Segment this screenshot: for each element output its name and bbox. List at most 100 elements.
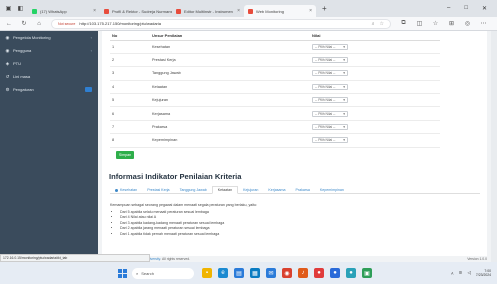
- criteria-tab-label: Prakarsa: [295, 188, 310, 192]
- chevron-down-icon: ▾: [343, 84, 345, 89]
- taskbar: ⌕ Search ▪ e ▤ ▦ ✉ ◉ ♪ ● ● ● ▣ ˄ ≋ ◁ 7:00 7/23/202…: [0, 262, 497, 284]
- chevron-left-icon: ‹: [90, 48, 92, 53]
- edge-icon[interactable]: e: [218, 268, 228, 278]
- not-secure-label[interactable]: Not secure: [58, 22, 75, 26]
- criteria-tab[interactable]: Ketaatan: [211, 186, 239, 194]
- nilai-select[interactable]: -- Pilih Nilai -- ▾: [312, 97, 348, 104]
- criteria-tab[interactable]: Prakarsa: [291, 186, 315, 194]
- close-window-button[interactable]: ✕: [482, 5, 487, 12]
- sidebar: ◉ Pengelola Monitoring ‹ ◉ Pengguna ‹ ◈ PTU ↺ Lin…: [0, 31, 98, 262]
- store-icon[interactable]: ▤: [234, 268, 244, 278]
- browser-tab[interactable]: Web Monitoring ×: [244, 5, 316, 17]
- volume-icon[interactable]: ◁: [467, 270, 470, 276]
- browser-tab[interactable]: Editor Multiinstr - Instrumen ×: [172, 5, 244, 17]
- taskbar-search[interactable]: ⌕ Search: [132, 267, 194, 279]
- sidebar-item[interactable]: ⚙ Pengaturan: [0, 83, 98, 96]
- chevron-up-icon[interactable]: ˄: [451, 271, 454, 276]
- nilai-select[interactable]: -- Pilih Nilai -- ▾: [312, 83, 348, 90]
- app-blue-icon[interactable]: ●: [330, 268, 340, 278]
- nilai-select[interactable]: -- Pilih Nilai -- ▾: [312, 110, 348, 117]
- maximize-button[interactable]: □: [464, 5, 468, 12]
- row-number: 4: [110, 80, 150, 95]
- sidebar-item[interactable]: ◉ Pengelola Monitoring ‹: [0, 31, 98, 44]
- row-number: 2: [110, 53, 150, 68]
- split-screen-icon[interactable]: ◫: [416, 20, 423, 27]
- nilai-select[interactable]: -- Pilih Nilai -- ▾: [312, 124, 348, 131]
- criteria-tab[interactable]: Kepemimpinan: [315, 186, 349, 194]
- window-menu-icon[interactable]: ▣: [4, 4, 13, 13]
- app-teal-icon[interactable]: ●: [346, 268, 356, 278]
- criteria-tab[interactable]: Kerjasama: [263, 186, 290, 194]
- row-number: 6: [110, 106, 150, 121]
- nilai-select[interactable]: -- Pilih Nilai -- ▾: [312, 43, 348, 50]
- criteria-description: Kemampuan sebagai seorang pegawai dalam …: [110, 203, 480, 237]
- table-row: 8 Kepemimpinan -- Pilih Nilai -- ▾: [110, 133, 440, 148]
- address-bar: ← ↻ ⌂ Not secure http://103.175.217.150/…: [0, 17, 497, 31]
- reload-icon[interactable]: ↻: [21, 20, 27, 27]
- profile-icon[interactable]: ◧: [16, 4, 25, 13]
- nilai-select[interactable]: -- Pilih Nilai -- ▾: [312, 70, 348, 77]
- sidebar-item[interactable]: ↺ Lini masa: [0, 70, 98, 83]
- nilai-select-value: -- Pilih Nilai --: [315, 58, 336, 63]
- files-icon[interactable]: ▦: [250, 268, 260, 278]
- nilai-select[interactable]: -- Pilih Nilai -- ▾: [312, 57, 348, 64]
- music-icon[interactable]: ♪: [298, 268, 308, 278]
- wifi-icon[interactable]: ≋: [459, 270, 463, 276]
- clock-date: 7/23/2024: [475, 273, 491, 277]
- tab-favicon-icon: [32, 8, 37, 14]
- sidebar-item-label: Pengaturan: [13, 87, 34, 92]
- chrome-icon[interactable]: ◉: [282, 268, 292, 278]
- criteria-tab[interactable]: Kejujuran: [238, 186, 263, 194]
- browser-tab[interactable]: (17) WhatsApp ×: [28, 5, 100, 17]
- sidebar-item[interactable]: ◉ Pengguna ‹: [0, 44, 98, 57]
- column-header-nilai: Nilai: [310, 31, 440, 41]
- tab-title: Profil & Rektor - Sudreja Nurmans: [112, 8, 172, 14]
- favorite-star-icon[interactable]: ☆: [380, 21, 384, 27]
- criteria-tab[interactable]: Prestasi Kerja: [142, 186, 174, 194]
- status-url-tooltip: 172.16.0.15/monitoring/ptu/wadaria#kt_ta…: [0, 254, 150, 262]
- row-number: 8: [110, 133, 150, 148]
- url-field[interactable]: Not secure http://103.175.217.150/monito…: [51, 18, 391, 29]
- sidebar-item-label: Pengelola Monitoring: [13, 35, 51, 40]
- sidebar-item[interactable]: ◈ PTU: [0, 57, 98, 70]
- account-icon[interactable]: ◎: [464, 20, 471, 27]
- main-content: No Unsur Penilaian Nilai 1 Kesehatan -- Pi…: [98, 31, 491, 262]
- tab-favicon-icon: [176, 8, 181, 14]
- table-row: 7 Prakarsa -- Pilih Nilai -- ▾: [110, 120, 440, 135]
- row-unsur: Kejujuran: [150, 93, 310, 108]
- more-icon[interactable]: ⋯: [480, 20, 487, 27]
- nilai-select-value: -- Pilih Nilai --: [315, 138, 336, 143]
- save-button[interactable]: Simpan: [116, 151, 134, 159]
- close-tab-icon[interactable]: ×: [93, 8, 96, 14]
- criteria-tab[interactable]: Kesehatan: [110, 186, 142, 194]
- back-icon[interactable]: ←: [6, 21, 12, 27]
- history-icon: ↺: [5, 73, 10, 79]
- row-unsur: Prakarsa: [150, 120, 310, 135]
- clock[interactable]: 7:00 7/23/2024: [476, 269, 491, 277]
- sidebar-item-label: PTU: [13, 61, 21, 66]
- close-tab-icon[interactable]: ×: [237, 8, 240, 14]
- minimize-button[interactable]: –: [447, 5, 450, 12]
- collections-icon[interactable]: ⊞: [448, 20, 455, 27]
- app-green-icon[interactable]: ▣: [362, 268, 372, 278]
- favorites-icon[interactable]: ☆: [432, 20, 439, 27]
- app-red-icon[interactable]: ●: [314, 268, 324, 278]
- close-tab-icon[interactable]: ×: [309, 8, 312, 14]
- mail-icon[interactable]: ✉: [266, 268, 276, 278]
- extensions-icon[interactable]: ⧉: [400, 20, 407, 27]
- version-text: Version 1.0.0: [467, 257, 487, 261]
- home-icon[interactable]: ⌂: [36, 21, 42, 27]
- row-unsur: Ketaatan: [150, 80, 310, 95]
- zoom-icon[interactable]: ⌕: [372, 21, 375, 27]
- system-tray: ˄ ≋ ◁ 7:00 7/23/2024: [451, 269, 497, 277]
- nilai-select[interactable]: -- Pilih Nilai -- ▾: [312, 137, 348, 144]
- new-tab-button[interactable]: +: [322, 4, 327, 13]
- dashboard-icon: ◉: [5, 34, 10, 40]
- windows-start-icon[interactable]: [118, 268, 127, 278]
- row-number: 1: [110, 40, 150, 54]
- criteria-tab[interactable]: Tanggung Jawab: [175, 186, 212, 194]
- nilai-select-value: -- Pilih Nilai --: [315, 98, 336, 103]
- browser-tab[interactable]: Profil & Rektor - Sudreja Nurmans×: [100, 5, 172, 17]
- explorer-icon[interactable]: ▪: [202, 268, 212, 278]
- notification-badge: [85, 87, 92, 92]
